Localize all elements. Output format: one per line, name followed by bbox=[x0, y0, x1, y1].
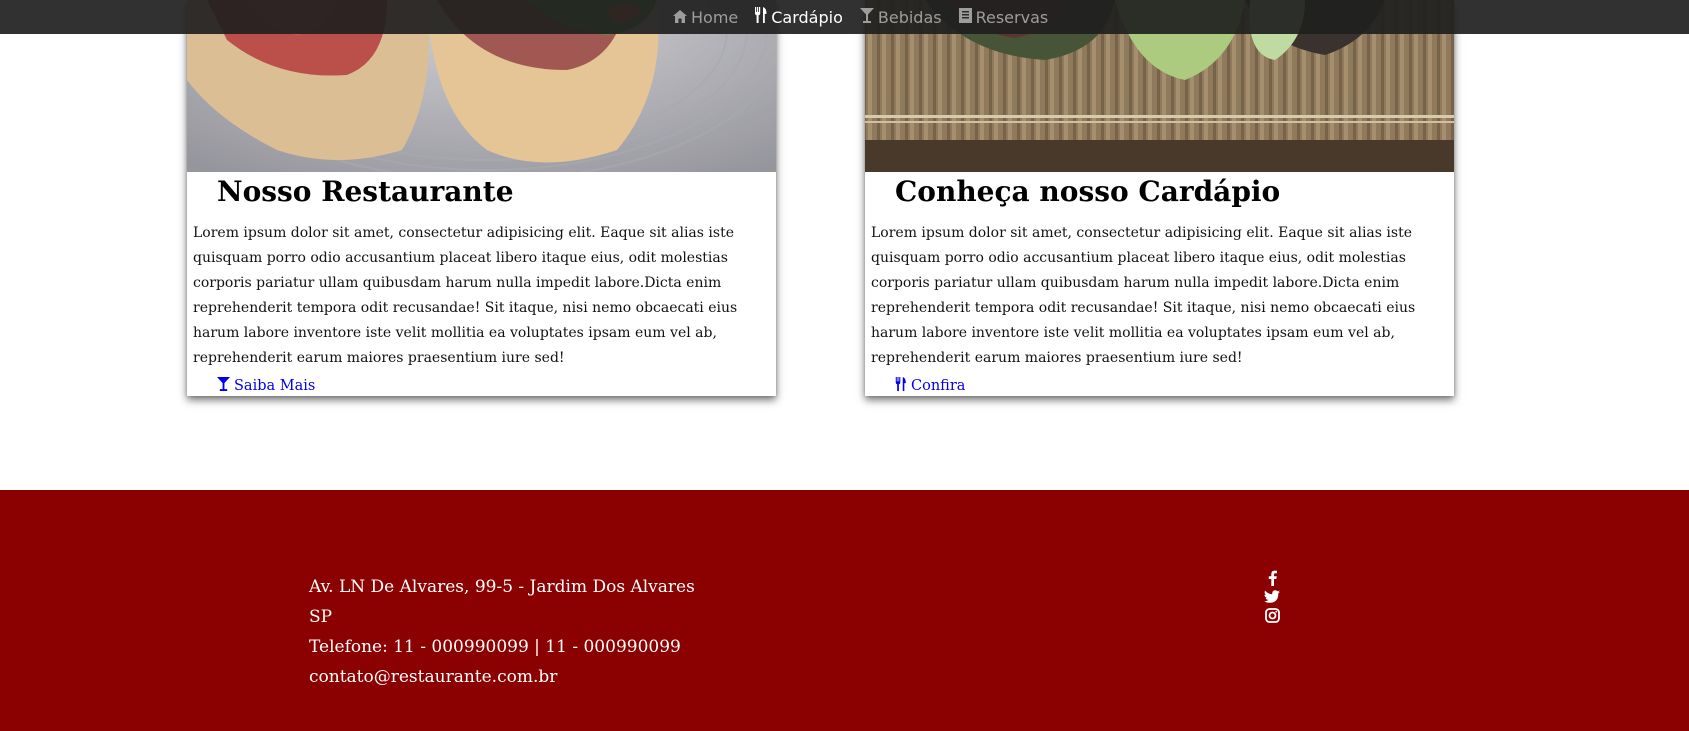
confira-link[interactable]: Confira bbox=[895, 377, 965, 395]
cocktail-icon bbox=[859, 7, 878, 27]
nav-item-label: Bebidas bbox=[877, 7, 942, 27]
twitter-icon[interactable] bbox=[1264, 589, 1280, 605]
nav-item-bebidas[interactable]: Bebidas bbox=[859, 7, 942, 27]
contact-info: Av. LN De Alvares, 99-5 - Jardim Dos Alv… bbox=[309, 572, 695, 692]
card-title: Nosso Restaurante bbox=[217, 175, 514, 208]
footer: Av. LN De Alvares, 99-5 - Jardim Dos Alv… bbox=[0, 490, 1689, 731]
top-navbar: Home Cardápio Bebidas Reservas bbox=[0, 0, 1689, 34]
instagram-icon[interactable] bbox=[1264, 608, 1280, 624]
book-icon bbox=[958, 7, 976, 27]
nav-menu: Home Cardápio Bebidas Reservas bbox=[673, 0, 1065, 34]
link-label: Saiba Mais bbox=[234, 378, 316, 394]
nav-item-home[interactable]: Home bbox=[673, 8, 738, 27]
cocktail-icon bbox=[217, 377, 234, 395]
card-menu: Conheça nosso Cardápio Lorem ipsum dolor… bbox=[865, 0, 1454, 396]
social-links bbox=[1264, 570, 1280, 624]
nav-item-label: Cardápio bbox=[771, 7, 843, 27]
card-title: Conheça nosso Cardápio bbox=[895, 175, 1281, 208]
link-label: Confira bbox=[911, 378, 966, 394]
phone-line: Telefone: 11 - 000990099 | 11 - 00099009… bbox=[309, 637, 681, 657]
facebook-icon[interactable] bbox=[1268, 570, 1277, 586]
email-line: contato@restaurante.com.br bbox=[309, 667, 558, 687]
card-text: Lorem ipsum dolor sit amet, consectetur … bbox=[871, 225, 1416, 366]
saiba-mais-link[interactable]: Saiba Mais bbox=[217, 377, 315, 395]
cutlery-icon bbox=[755, 7, 771, 27]
state-line: SP bbox=[309, 607, 333, 627]
card-text: Lorem ipsum dolor sit amet, consectetur … bbox=[193, 225, 738, 366]
nav-item-reservas[interactable]: Reservas bbox=[958, 7, 1049, 27]
cutlery-icon bbox=[895, 377, 911, 395]
nav-item-cardapio[interactable]: Cardápio bbox=[755, 7, 843, 27]
address-line: Av. LN De Alvares, 99-5 - Jardim Dos Alv… bbox=[309, 577, 695, 597]
card-restaurant: Nosso Restaurante Lorem ipsum dolor sit … bbox=[187, 0, 776, 396]
home-icon bbox=[673, 8, 691, 27]
nav-item-label: Reservas bbox=[975, 7, 1049, 27]
nav-item-label: Home bbox=[691, 7, 739, 27]
